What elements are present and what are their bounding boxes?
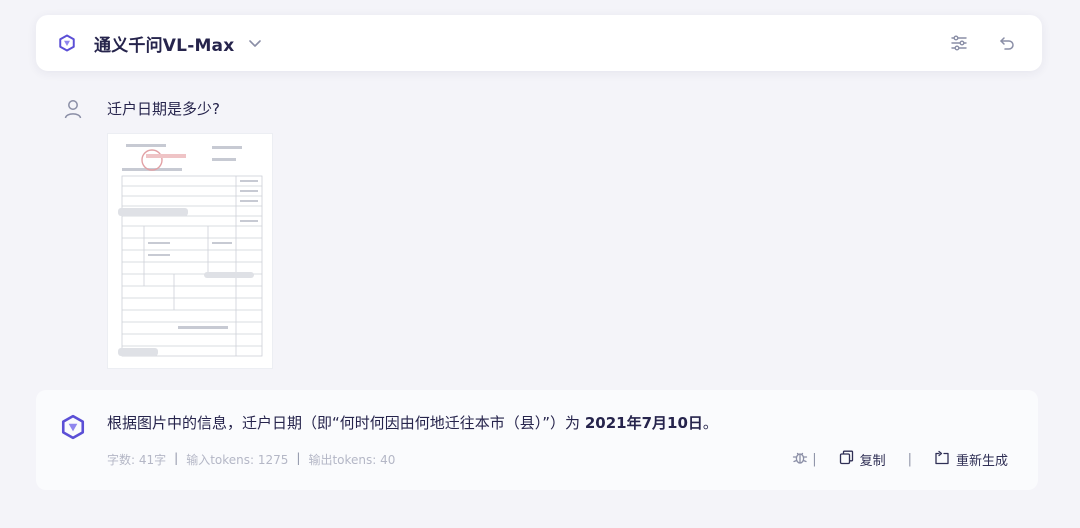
document-illustration [108,134,272,368]
answer-date-highlight: 2021年7月10日 [584,414,703,432]
answer-prefix: 根据图片中的信息，迁户日期（即“何时何因由何地迁往本市（县）”）为 [107,414,585,432]
regenerate-label: 重新生成 [955,453,1008,469]
copy-label: 复制 [859,453,886,469]
user-message: 迁户日期是多少? [64,98,220,119]
char-count: 字数: 41字 [107,453,167,467]
settings-sliders-icon[interactable] [950,34,968,52]
meta-separator: | [296,451,301,465]
copy-icon [839,450,854,469]
model-name: 通义千问VL-Max [94,35,235,56]
bug-icon [792,449,808,469]
answer-suffix: 。 [702,414,718,432]
assistant-logo-icon [60,414,86,440]
output-tokens: 输出tokens: 40 [308,453,396,467]
meta-separator: | [174,451,179,465]
user-question: 迁户日期是多少? [107,100,220,118]
tongyi-logo-icon [58,34,76,52]
regenerate-icon [934,450,950,469]
answer-actions: | 复制 | 重新生成 [792,449,1008,469]
answer-meta: 字数: 41字 | 输入tokens: 1275 | 输出tokens: 40 [107,451,395,468]
chevron-down-icon[interactable] [248,36,262,50]
undo-icon[interactable] [998,34,1016,52]
attached-document-image[interactable] [107,133,273,369]
regenerate-button[interactable]: 重新生成 [934,450,1008,469]
action-separator: | [812,451,817,467]
copy-button[interactable]: 复制 [839,450,886,469]
input-tokens: 输入tokens: 1275 [186,453,289,467]
chat-header: 通义千问VL-Max [36,15,1042,71]
report-bug-button[interactable] [792,449,808,469]
action-separator: | [907,451,912,467]
user-avatar-icon [64,99,82,119]
assistant-answer-card: 根据图片中的信息，迁户日期（即“何时何因由何地迁往本市（县）”）为 2021年7… [36,390,1038,490]
assistant-answer-text: 根据图片中的信息，迁户日期（即“何时何因由何地迁往本市（县）”）为 2021年7… [107,412,718,433]
